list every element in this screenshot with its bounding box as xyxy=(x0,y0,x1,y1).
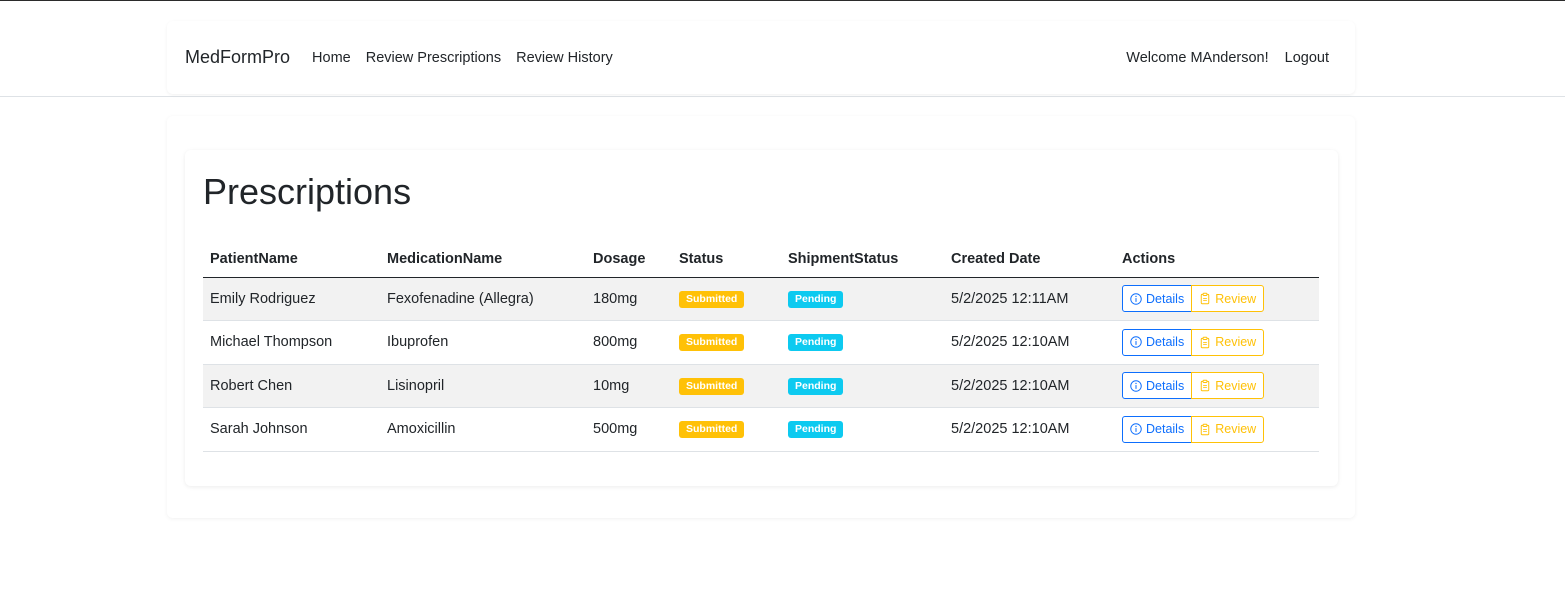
actions-button-group: Details Review xyxy=(1122,372,1265,400)
column-header-shipment-status: ShipmentStatus xyxy=(781,242,944,278)
shipment-status-badge: Pending xyxy=(788,377,844,395)
table-row: Sarah Johnson Amoxicillin 500mg Submitte… xyxy=(203,407,1319,452)
medication-name-cell: Lisinopril xyxy=(380,364,586,408)
shipment-status-cell: Pending xyxy=(781,277,944,321)
shipment-status-cell: Pending xyxy=(781,407,944,452)
shipment-status-badge: Pending xyxy=(788,290,844,308)
review-button[interactable]: Review xyxy=(1191,415,1265,443)
column-header-created-date: Created Date xyxy=(944,242,1115,278)
medication-name-cell: Fexofenadine (Allegra) xyxy=(380,277,586,321)
details-button-label: Details xyxy=(1146,291,1185,306)
actions-cell: Details Review xyxy=(1115,364,1319,408)
info-circle-icon xyxy=(1130,380,1142,392)
column-header-actions: Actions xyxy=(1115,242,1319,278)
welcome-message: Welcome MAnderson! xyxy=(1126,49,1269,66)
column-header-status: Status xyxy=(672,242,781,278)
patient-name-cell: Sarah Johnson xyxy=(203,407,380,452)
top-navbar: MedFormPro Home Review Prescriptions Rev… xyxy=(0,0,1565,97)
clipboard-icon xyxy=(1200,336,1210,348)
dosage-cell: 800mg xyxy=(586,320,672,365)
clipboard-icon xyxy=(1200,293,1210,305)
table-row: Emily Rodriguez Fexofenadine (Allegra) 1… xyxy=(203,277,1319,321)
review-button-label: Review xyxy=(1215,422,1257,437)
actions-cell: Details Review xyxy=(1115,277,1319,321)
clipboard-icon xyxy=(1200,423,1210,435)
column-header-patient-name: PatientName xyxy=(203,242,380,278)
status-badge: Submitted xyxy=(679,290,745,308)
status-cell: Submitted xyxy=(672,277,781,321)
review-button-label: Review xyxy=(1215,291,1257,306)
review-button-label: Review xyxy=(1215,335,1257,350)
status-badge: Submitted xyxy=(679,334,745,352)
created-date-cell: 5/2/2025 12:10AM xyxy=(944,407,1115,452)
page-title: Prescriptions xyxy=(203,171,412,212)
details-button[interactable]: Details xyxy=(1122,285,1193,313)
dosage-cell: 180mg xyxy=(586,277,672,321)
details-button-label: Details xyxy=(1146,378,1185,393)
created-date-cell: 5/2/2025 12:10AM xyxy=(944,364,1115,408)
shipment-status-badge: Pending xyxy=(788,334,844,352)
actions-button-group: Details Review xyxy=(1122,285,1265,313)
navbar-container: MedFormPro Home Review Prescriptions Rev… xyxy=(167,21,1355,94)
patient-name-cell: Emily Rodriguez xyxy=(203,277,380,321)
details-button[interactable]: Details xyxy=(1122,372,1193,400)
status-badge: Submitted xyxy=(679,377,745,395)
status-badge: Submitted xyxy=(679,421,745,439)
nav-link-home[interactable]: Home xyxy=(312,50,351,66)
main-container: Prescriptions PatientName MedicationName… xyxy=(167,116,1355,518)
shipment-status-badge: Pending xyxy=(788,421,844,439)
details-button[interactable]: Details xyxy=(1122,415,1193,443)
nav-link-review-prescriptions[interactable]: Review Prescriptions xyxy=(366,50,501,66)
nav-link-review-history[interactable]: Review History xyxy=(516,50,613,66)
patient-name-cell: Robert Chen xyxy=(203,364,380,408)
actions-cell: Details Review xyxy=(1115,320,1319,365)
actions-button-group: Details Review xyxy=(1122,415,1265,443)
table-row: Robert Chen Lisinopril 10mg Submitted Pe… xyxy=(203,364,1319,408)
shipment-status-cell: Pending xyxy=(781,320,944,365)
medication-name-cell: Ibuprofen xyxy=(380,320,586,365)
status-cell: Submitted xyxy=(672,320,781,365)
column-header-dosage: Dosage xyxy=(586,242,672,278)
medication-name-cell: Amoxicillin xyxy=(380,407,586,452)
column-header-medication-name: MedicationName xyxy=(380,242,586,278)
actions-cell: Details Review xyxy=(1115,407,1319,452)
info-circle-icon xyxy=(1130,336,1142,348)
dosage-cell: 500mg xyxy=(586,407,672,452)
details-button-label: Details xyxy=(1146,422,1185,437)
created-date-cell: 5/2/2025 12:11AM xyxy=(944,277,1115,321)
prescriptions-card: Prescriptions PatientName MedicationName… xyxy=(185,150,1338,486)
details-button-label: Details xyxy=(1146,335,1185,350)
prescriptions-table: PatientName MedicationName Dosage Status… xyxy=(203,242,1319,452)
details-button[interactable]: Details xyxy=(1122,328,1193,356)
info-circle-icon xyxy=(1130,293,1142,305)
review-button-label: Review xyxy=(1215,378,1257,393)
navbar-user-area: Welcome MAnderson! Logout xyxy=(1126,50,1329,66)
logout-link[interactable]: Logout xyxy=(1285,50,1329,66)
review-button[interactable]: Review xyxy=(1191,372,1265,400)
clipboard-icon xyxy=(1200,380,1210,392)
info-circle-icon xyxy=(1130,423,1142,435)
status-cell: Submitted xyxy=(672,364,781,408)
status-cell: Submitted xyxy=(672,407,781,452)
patient-name-cell: Michael Thompson xyxy=(203,320,380,365)
created-date-cell: 5/2/2025 12:10AM xyxy=(944,320,1115,365)
shipment-status-cell: Pending xyxy=(781,364,944,408)
brand-logo[interactable]: MedFormPro xyxy=(185,47,290,68)
actions-button-group: Details Review xyxy=(1122,328,1265,356)
dosage-cell: 10mg xyxy=(586,364,672,408)
review-button[interactable]: Review xyxy=(1191,285,1265,313)
table-row: Michael Thompson Ibuprofen 800mg Submitt… xyxy=(203,320,1319,365)
table-header-row: PatientName MedicationName Dosage Status… xyxy=(203,242,1319,278)
review-button[interactable]: Review xyxy=(1191,328,1265,356)
